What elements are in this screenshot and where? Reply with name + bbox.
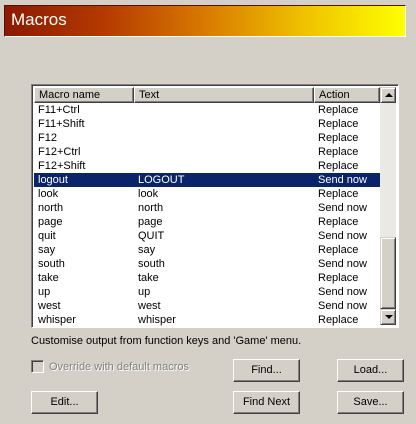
table-row[interactable]: F12 Replace — [34, 131, 380, 145]
table-row[interactable]: whisper whisper Replace — [34, 313, 380, 327]
scroll-down-button[interactable] — [380, 309, 396, 325]
checkbox-box[interactable] — [31, 360, 44, 373]
table-row[interactable]: quit QUIT Send now — [34, 229, 380, 243]
macro-action-cell: Send now — [318, 174, 367, 186]
table-row[interactable]: look look Replace — [34, 187, 380, 201]
macro-text-cell: up — [138, 286, 151, 298]
macro-list[interactable]: Macro name Text Action F11+Ctrl Replace F1… — [31, 84, 399, 328]
table-row[interactable]: south south Send now — [34, 257, 380, 271]
table-row[interactable]: F11+Shift Replace — [34, 117, 380, 131]
macro-text-cell: west — [138, 300, 161, 312]
arrow-up-icon — [385, 93, 393, 97]
macro-name-cell: north — [38, 202, 64, 214]
macro-name-cell: logout — [38, 174, 68, 186]
scroll-thumb[interactable] — [380, 237, 396, 309]
macro-name-cell: up — [38, 286, 51, 298]
macro-action-cell: Replace — [318, 314, 359, 326]
title-banner: Macros — [4, 5, 406, 37]
table-row[interactable]: logout LOGOUT Send now — [34, 173, 380, 187]
find-next-button[interactable]: Find Next — [233, 391, 300, 414]
table-row[interactable]: north north Send now — [34, 201, 380, 215]
macro-text-cell — [134, 117, 314, 131]
macro-name-cell: quit — [38, 230, 56, 242]
macro-text-cell: south — [138, 258, 165, 270]
macro-text-cell — [134, 145, 314, 159]
vertical-scrollbar[interactable] — [380, 87, 396, 325]
macro-action-cell: Send now — [318, 202, 367, 214]
macro-name-cell: whisper — [38, 314, 76, 326]
table-row[interactable]: say say Replace — [34, 243, 380, 257]
column-header-macro-name[interactable]: Macro name — [34, 87, 134, 103]
table-row[interactable]: page page Replace — [34, 215, 380, 229]
override-label: Override with default macros — [49, 360, 189, 373]
macro-name-cell: say — [38, 244, 56, 256]
macro-text-cell — [134, 159, 314, 173]
macro-text-cell: LOGOUT — [138, 174, 185, 186]
list-header: Macro name Text Action — [34, 87, 380, 103]
macro-text-cell — [134, 103, 314, 117]
macro-name-cell: F12+Ctrl — [38, 146, 81, 158]
macro-action-cell: Replace — [318, 216, 359, 228]
macro-text-cell: page — [138, 216, 163, 228]
macro-text-cell: whisper — [138, 314, 176, 326]
macro-text-cell — [134, 131, 314, 145]
macro-action-cell: Replace — [318, 132, 359, 144]
hint-text: Customise output from function keys and … — [31, 335, 302, 347]
macro-action-cell: Replace — [318, 104, 359, 116]
table-row[interactable]: take take Replace — [34, 271, 380, 285]
column-header-action[interactable]: Action — [314, 87, 380, 103]
macro-action-cell: Replace — [318, 188, 359, 200]
edit-button[interactable]: Edit... — [31, 391, 98, 414]
window-title: Macros — [11, 10, 67, 29]
save-button[interactable]: Save... — [337, 391, 404, 414]
macro-action-cell: Send now — [318, 230, 367, 242]
macro-text-cell: take — [138, 272, 159, 284]
table-row[interactable]: west west Send now — [34, 299, 380, 313]
macro-text-cell: north — [138, 202, 164, 214]
override-checkbox[interactable]: Override with default macros — [31, 360, 189, 373]
table-row[interactable]: F12+Shift Replace — [34, 159, 380, 173]
macro-name-cell: page — [38, 216, 63, 228]
arrow-down-icon — [385, 315, 393, 319]
macro-action-cell: Replace — [318, 160, 359, 172]
macro-name-cell: take — [38, 272, 59, 284]
macro-text-cell: say — [138, 244, 156, 256]
macro-text-cell: look — [138, 188, 159, 200]
macro-name-cell: F11+Shift — [38, 118, 85, 130]
macro-action-cell: Replace — [318, 146, 359, 158]
find-button[interactable]: Find... — [233, 359, 300, 382]
list-rows: F11+Ctrl Replace F11+Shift Replace F12 Replac… — [34, 103, 380, 327]
table-row[interactable]: F12+Ctrl Replace — [34, 145, 380, 159]
macro-action-cell: Replace — [318, 118, 359, 130]
macro-name-cell: F12 — [38, 132, 57, 144]
macro-name-cell: look — [38, 188, 59, 200]
macro-action-cell: Send now — [318, 286, 367, 298]
macro-name-cell: F11+Ctrl — [38, 104, 80, 116]
macro-name-cell: south — [38, 258, 65, 270]
table-row[interactable]: up up Send now — [34, 285, 380, 299]
macro-action-cell: Replace — [318, 272, 359, 284]
macro-action-cell: Replace — [318, 244, 359, 256]
load-button[interactable]: Load... — [337, 359, 404, 382]
scroll-up-button[interactable] — [380, 87, 396, 103]
macro-name-cell: F12+Shift — [38, 160, 86, 172]
table-row[interactable]: F11+Ctrl Replace — [34, 103, 380, 117]
macro-text-cell: QUIT — [138, 230, 165, 242]
macro-action-cell: Send now — [318, 258, 367, 270]
macro-action-cell: Send now — [318, 300, 367, 312]
macro-name-cell: west — [38, 300, 61, 312]
column-header-text[interactable]: Text — [134, 87, 314, 103]
